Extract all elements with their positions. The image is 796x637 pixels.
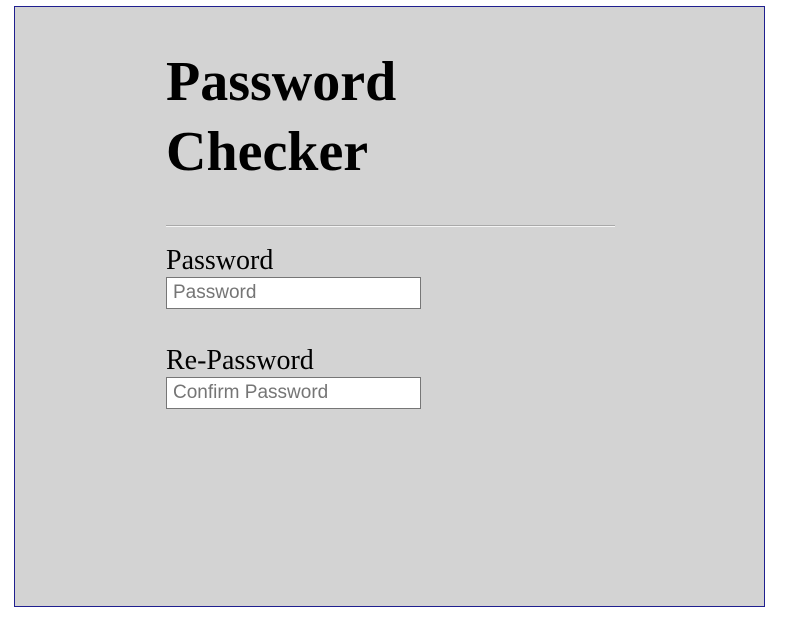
password-checker-panel: Password Checker Password Re-Password (14, 6, 765, 607)
password-input[interactable] (166, 277, 421, 309)
password-label: Password (166, 245, 274, 276)
title-divider (166, 225, 615, 227)
repassword-field-group: Re-Password (166, 345, 615, 409)
confirm-password-input[interactable] (166, 377, 421, 409)
form-container: Password Checker Password Re-Password (166, 47, 615, 409)
password-field-group: Password (166, 245, 615, 309)
repassword-label: Re-Password (166, 345, 314, 376)
page-title: Password Checker (166, 51, 397, 183)
